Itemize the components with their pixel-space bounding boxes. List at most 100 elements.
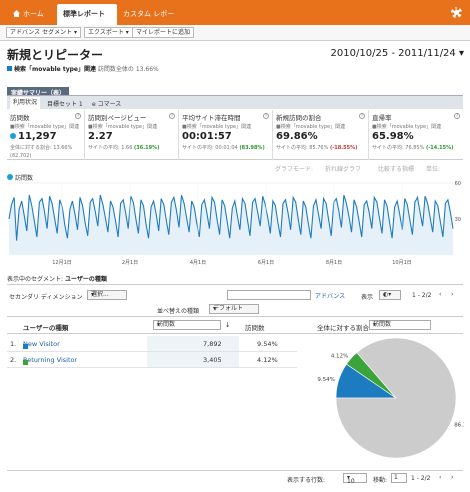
chevron-down-icon: ▾ [157,321,161,328]
metric-note: サイトの平均: 1.66 (36.19%) [88,144,175,151]
segment-display: 表示中のセグメント: ユーザーの種類 [7,274,107,283]
unit-label[interactable]: 単位: [426,164,440,173]
share-pie-chart: 9.54% 4.12% 86.34% [317,337,464,459]
advanced-segments-label: アドバンス セグメント [10,29,73,36]
metric-segment: ■検索「movable type」関連 [372,124,442,130]
goto-page-input[interactable]: 1 [391,473,407,483]
table-header: ユーザーの種類 訪問数 ▾ ↓ 訪問数 全体に対する割合: 訪問数 ▾ [7,316,463,334]
sort-desc-icon[interactable]: ↓ [225,321,230,329]
col-visits[interactable]: 訪問数 [245,322,265,332]
metric-label: 訪問数 [10,114,30,122]
col-user-type[interactable]: ユーザーの種類 [23,322,68,332]
subtab-goals[interactable]: 目標セット 1 [47,99,83,108]
x-tick-label: 6月1日 [258,260,274,266]
user-type-link[interactable]: Returning Visitor [23,356,77,364]
metric-note-text: サイトの平均: 00:01:04 [182,145,238,151]
pager-prev-icon[interactable]: ‹ [439,474,441,481]
add-to-dashboard-button[interactable]: マイレポートに追加 [132,27,195,38]
y-tick-label: 60 [455,181,461,187]
tab-standard-reports[interactable]: 標準レポート [57,4,117,25]
row-pct: 4.12% [257,356,278,364]
metric-note-text: サイトの平均: 76.85% [372,145,425,151]
secondary-dimension-select[interactable]: 選択... ▾ [87,290,127,300]
export-label: エクスポート [88,29,124,36]
metric-value-text: 11,297 [18,131,57,142]
tab-custom-reports[interactable]: カスタム レポート [117,4,187,39]
advanced-segments-button[interactable]: アドバンス セグメント ▾ [6,27,82,38]
metric-note-text: サイトの平均: 1.66 [88,145,133,151]
secondary-dimension-label: セカンダリ ディメンション [9,294,83,301]
metric-label: 新規訪問の割合 [276,114,322,122]
pager-next-icon[interactable]: › [451,474,453,481]
export-button[interactable]: エクスポート ▾ [84,27,133,38]
segment-color-icon [7,66,12,71]
rows-per-page-label: 表示する行数: [287,477,326,484]
series-dot-icon [10,133,16,139]
help-icon[interactable]: ? [169,113,175,119]
segment-name: 検索「movable type」関連 [14,66,96,73]
metric-note-text: サイトの平均: 85.76% [276,145,329,151]
row-name: Returning Visitor [23,356,77,365]
metric-change: (83.98%) [239,145,265,151]
sort-controls: 並べ替えの種類 デフォルト ▾ [7,303,463,317]
subtab-ecommerce[interactable]: e コマース [92,99,121,108]
metric-new-visits[interactable]: 新規訪問の割合 ■検索「movable type」関連 69.86% サイトの平… [273,110,369,160]
metric-segment: ■検索「movable type」関連 [276,124,346,130]
subtab-usage[interactable]: 利用状況 [10,97,41,109]
segment-display-value: ユーザーの種類 [64,276,107,283]
secondary-dimension-value: 選択... [91,291,109,298]
compare-metric-option[interactable]: 比較する指標 [378,164,414,173]
x-tick-label: 2月1日 [122,260,138,266]
metric-visits[interactable]: 訪問数 ■検索「movable type」関連 11,297 全体に対する割合:… [7,110,85,160]
row-index: 1. [10,340,17,348]
advanced-filter-link[interactable]: アドバンス [315,291,345,300]
metric-value: 2.27 [88,131,113,142]
date-range-picker[interactable]: 2010/10/25 - 2011/11/24 ▾ [331,48,464,59]
x-tick-label: 8月1日 [326,260,342,266]
date-range-text: 2010/10/25 - 2011/11/24 [330,48,456,59]
metric-change: (36.19%) [134,145,160,151]
metric-bounce-rate[interactable]: 直帰率 ■検索「movable type」関連 65.98% サイトの平均: 7… [369,110,463,160]
col-share-select[interactable]: 訪問数 ▾ [369,320,431,330]
line-graph-option[interactable]: 折れ線グラフ [325,164,361,173]
gear-icon[interactable] [451,7,462,18]
chevron-down-icon: ▾ [373,321,377,328]
user-type-link[interactable]: New Visitor [23,340,60,348]
metric-pageviews-per-visit[interactable]: 訪問別ページビュー ■検索「movable type」関連 2.27 サイトの平… [85,110,179,160]
pager-next-icon[interactable]: › [451,291,453,298]
pager-prev-icon[interactable]: ‹ [439,291,441,298]
metric-value: 00:01:57 [182,131,232,142]
top-nav: ホーム 標準レポート カスタム レポート [0,0,470,39]
help-icon[interactable]: ? [359,113,365,119]
help-icon[interactable]: ? [263,113,269,119]
metric-segment: ■検索「movable type」関連 [182,124,252,130]
sort-type-select[interactable]: デフォルト ▾ [209,304,259,314]
search-input[interactable] [227,290,311,300]
tab-home[interactable]: ホーム [7,4,57,25]
summary-subtabs: 利用状況 目標セット 1 e コマース [7,95,463,109]
sort-type-label: 並べ替えの種類 [157,308,200,315]
segment-indicator: 検索「movable type」関連 訪問数全体の 13.66% [7,64,159,73]
metric-value: 11,297 [10,131,81,142]
row-pct: 9.54% [257,340,278,348]
metric-note: サイトの平均: 76.85% (-14.15%) [372,144,460,151]
help-icon[interactable]: ? [75,113,81,119]
metric-note: サイトの平均: 00:01:04 (83.98%) [182,144,269,151]
view-mode-select[interactable]: ◐▾ [379,290,401,300]
pie-slice-label: 9.54% [317,377,334,383]
display-label: 表示 [361,294,374,301]
col-share-label: 全体に対する割合: [317,324,372,332]
table-pager: 1 - 2/2 [412,292,432,299]
table-row[interactable]: 2. Returning Visitor 3,405 4.12% [7,352,297,368]
help-icon[interactable]: ? [454,113,460,119]
row-visits: 7,892 [203,340,222,348]
table-controls: セカンダリ ディメンション 選択... ▾ アドバンス 表示 ◐▾ 1 - 2/… [7,289,463,303]
legend-square-icon [23,344,28,349]
rows-per-page-select[interactable]: 10 ▾ [343,473,367,485]
col-metric-select[interactable]: 訪問数 ▾ [153,320,221,330]
pie-slice-label: 86.34% [454,423,464,429]
page-title: 新規とリピーター [7,48,104,62]
sort-type-value: デフォルト [213,305,244,312]
metric-avg-time[interactable]: 平均サイト滞在時間 ■検索「movable type」関連 00:01:57 サ… [179,110,273,160]
table-row[interactable]: 1. New Visitor 7,892 9.54% [7,336,297,352]
